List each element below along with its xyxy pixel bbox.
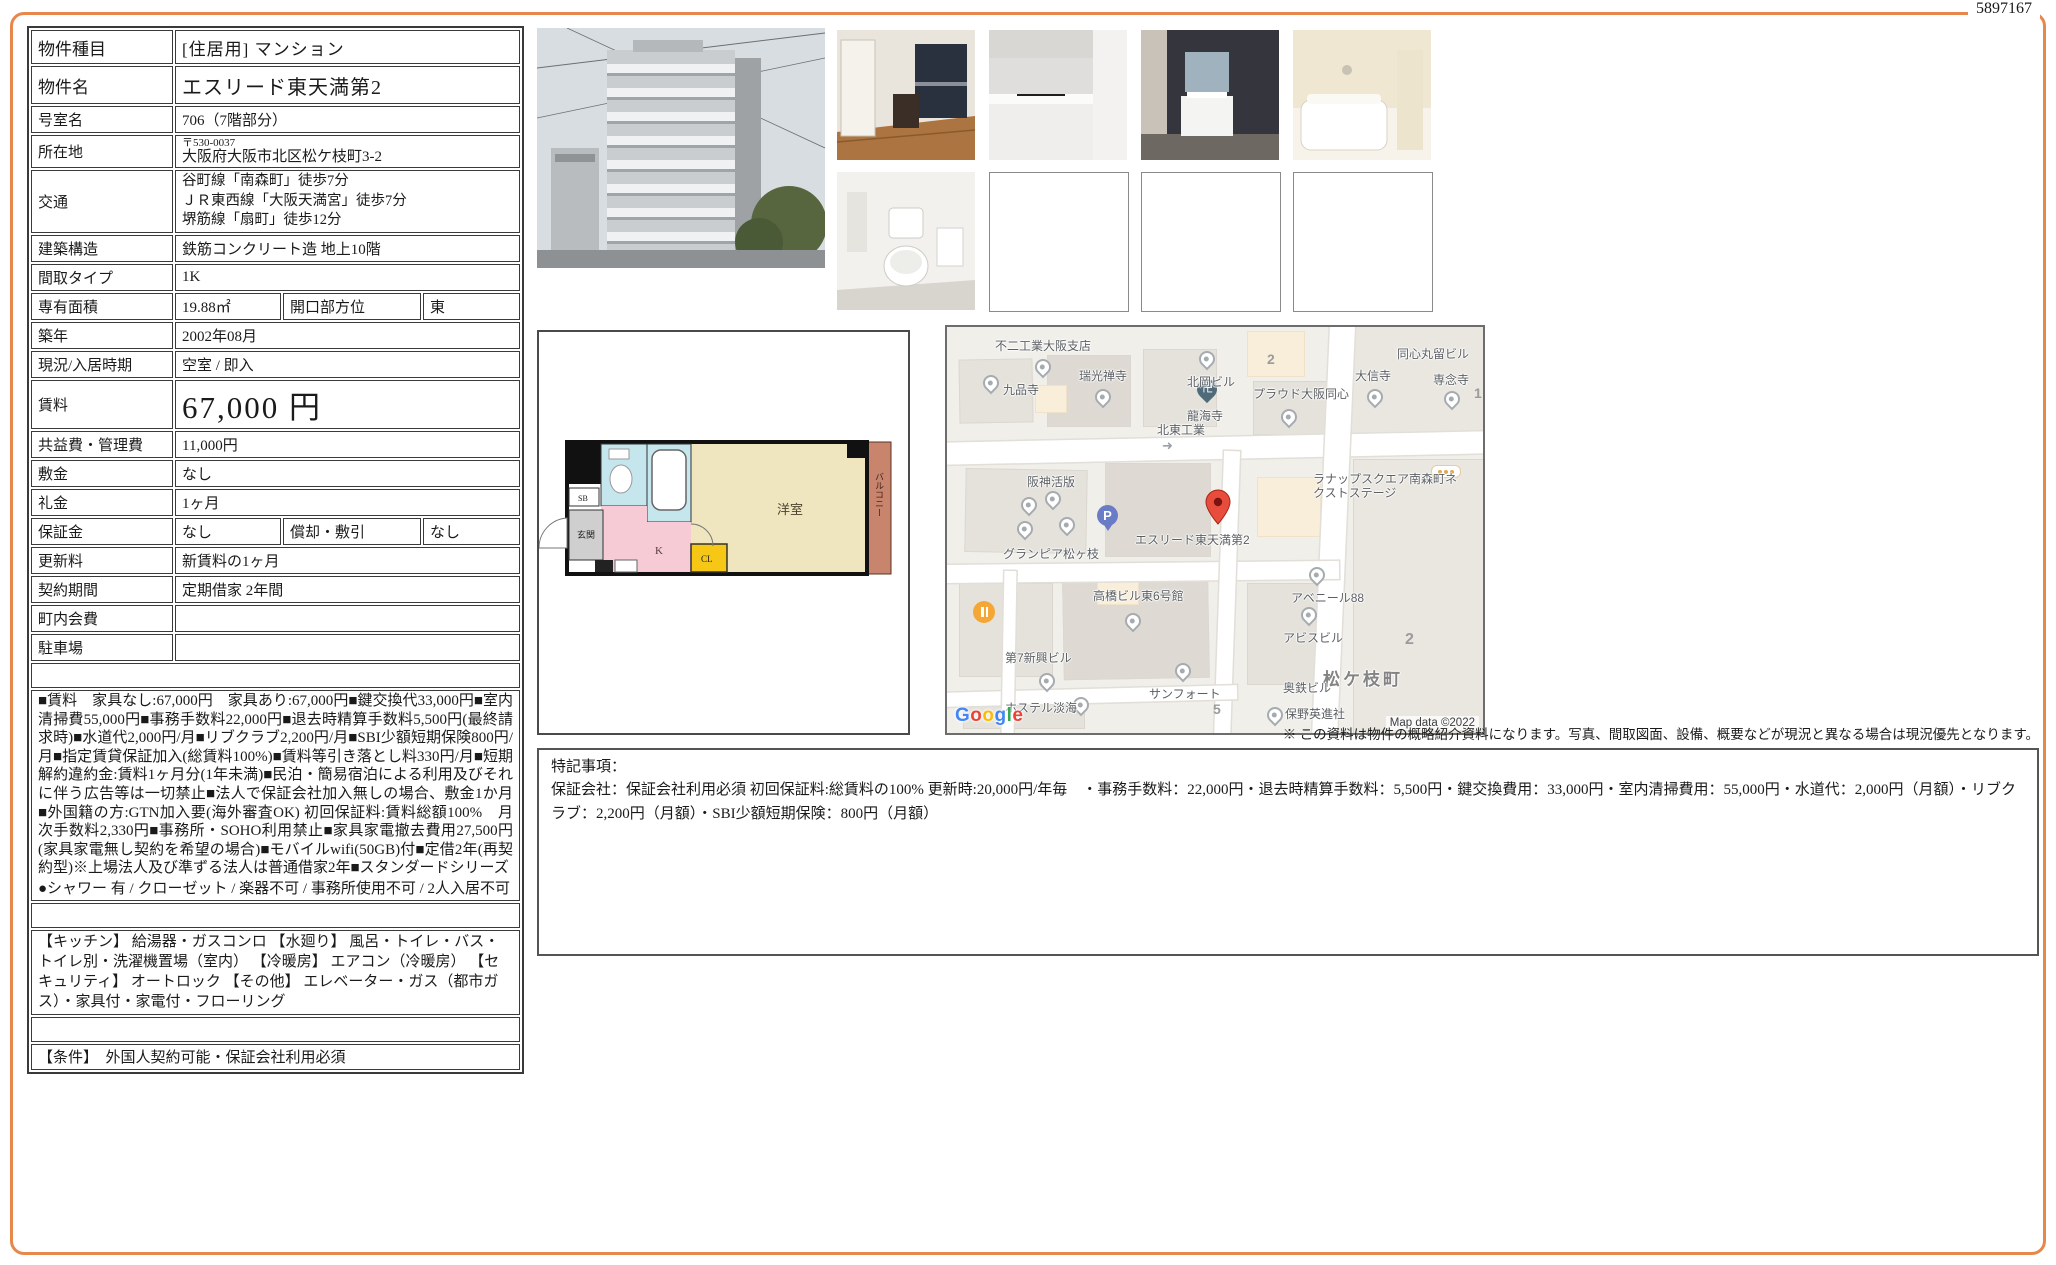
table-row: 礼金1ヶ月	[31, 489, 520, 516]
photo-slot-empty	[1293, 172, 1433, 312]
special-notes-text: 保証会社：保証会社利用必須 初回保証料:総賃料の100% 更新時:20,000円…	[551, 779, 2025, 826]
map-label-district: 松ケ枝町	[1323, 665, 1403, 690]
table-row: 建築構造鉄筋コンクリート造 地上10階	[31, 235, 520, 262]
rent-row: 賃料67,000 円	[31, 380, 520, 429]
photo-interior-room	[837, 30, 975, 160]
remarks-text2: ●シャワー 有 / クローゼット / 楽器不可 / 事務所使用不可 / 2人入居…	[38, 880, 513, 899]
address: 大阪府大阪市北区松ケ枝町3-2	[182, 149, 513, 166]
map-label: 奥鉄ビル	[1283, 679, 1331, 696]
photo-washroom	[1141, 30, 1279, 160]
document-id: 5897167	[1968, 0, 2040, 18]
map-label: 同心丸留ビル	[1397, 345, 1469, 362]
rent-amount: 67,000 円	[175, 380, 520, 429]
table-row: 駐車場	[31, 634, 520, 661]
map-label: 阪神活版	[1027, 473, 1075, 490]
property-flyer-page: { "page": { "doc_id": "5897167" }, "prop…	[0, 0, 2056, 1265]
map-label: 第7新興ビル	[1005, 649, 1072, 666]
special-notes-box: 特記事項： 保証会社：保証会社利用必須 初回保証料:総賃料の100% 更新時:2…	[537, 748, 2039, 956]
map-label: 北岡ビル	[1187, 373, 1235, 390]
disclaimer-note: ※ この資料は物件の概略紹介資料になります。写真、間取図面、設備、概要などが現況…	[537, 723, 2039, 743]
map-road-number: 2	[1405, 631, 1414, 649]
postal-code: 〒530-0037	[182, 137, 513, 149]
map-building	[1257, 477, 1321, 537]
map-building	[1247, 331, 1305, 377]
table-row: 号室名706（7階部分）	[31, 106, 520, 133]
map-label: アベニール88	[1291, 589, 1364, 606]
photo-toilet	[837, 172, 975, 310]
plan-balcony-label: バルコニー	[874, 472, 884, 517]
plan-room-label: 洋室	[777, 502, 803, 517]
conditions-body: 【条件】 外国人契約可能・保証会社利用必須	[31, 1044, 520, 1070]
table-row: 保証金なし償却・敷引なし	[31, 518, 520, 545]
plan-entrance-label: 玄関	[577, 529, 595, 540]
table-row: 所在地 〒530-0037大阪府大阪市北区松ケ枝町3-2	[31, 135, 520, 168]
table-row: 共益費・管理費11,000円	[31, 431, 520, 458]
map-label: 専念寺	[1433, 371, 1469, 388]
map-label: 不二工業大阪支店	[995, 337, 1091, 354]
table-row: 交通 谷町線「南森町」徒歩7分ＪＲ東西線「大阪天満宮」徒歩7分堺筋線「扇町」徒歩…	[31, 170, 520, 233]
map-road-number: 2	[1267, 351, 1275, 367]
map-label: 九品寺	[1003, 381, 1039, 398]
destination-pin-icon[interactable]	[1205, 489, 1231, 530]
photo-kitchen	[989, 30, 1127, 160]
map-label: アビスビル	[1283, 629, 1343, 646]
map-label: 高橋ビル東6号館	[1093, 587, 1184, 604]
table-row: 専有面積19.88㎡開口部方位東	[31, 293, 520, 320]
plan-closet-label: CL	[701, 554, 713, 564]
remarks-header: 備 考	[31, 663, 520, 688]
photo-building-exterior	[537, 28, 825, 268]
map-label: 大信寺	[1355, 367, 1391, 384]
parking-pin-icon[interactable]: P	[1097, 505, 1118, 526]
map-label: グランピア松ヶ枝	[1003, 545, 1099, 562]
map-label: 保野英進社	[1285, 705, 1345, 722]
table-row: 築年2002年08月	[31, 322, 520, 349]
equipment-body: 【キッチン】 給湯器・ガスコンロ 【水廻り】 風呂・トイレ・バス・トイレ別・洗濯…	[31, 930, 520, 1015]
map-label: 瑞光禅寺	[1079, 367, 1127, 384]
map-road-number: 5	[1213, 701, 1221, 717]
photo-slot-empty	[1141, 172, 1281, 312]
oneway-arrow-icon: ➜	[1162, 439, 1173, 454]
table-row: 更新料新賃料の1ヶ月	[31, 547, 520, 574]
table-row: 契約期間定期借家 2年間	[31, 576, 520, 603]
map-label: 北東工業	[1157, 421, 1205, 438]
plan-kitchen-label: K	[655, 545, 663, 557]
table-row: 物件名エスリード東天満第2	[31, 66, 520, 104]
map-label: プラウド大阪同心	[1253, 385, 1349, 402]
remarks-text: ■賃料 家具なし:67,000円 家具あり:67,000円■鍵交換代33,000…	[38, 692, 513, 878]
table-row: 敷金なし	[31, 460, 520, 487]
plan-sb-label: SB	[578, 494, 588, 503]
map-label: ラナップスクエア南森町ネクストステージ	[1313, 473, 1463, 501]
map-building	[1035, 385, 1067, 413]
restaurant-pin-icon[interactable]	[973, 601, 995, 623]
map-road-number: 1	[1474, 385, 1482, 401]
table-row: 間取タイプ1K	[31, 264, 520, 291]
table-row: 町内会費	[31, 605, 520, 632]
map-label: サンフォート	[1149, 685, 1221, 702]
photo-bathroom	[1293, 30, 1431, 160]
floor-plan: バルコニー 洋室 SB K 玄関	[537, 330, 910, 735]
location-map[interactable]: ➜ 卍 P 不二工業大阪支店 同心丸留ビル 専念寺 大信寺 九品寺 瑞光禅寺 北…	[945, 325, 1485, 735]
map-label: エスリード東天満第2	[1135, 531, 1250, 548]
remarks-body: ■賃料 家具なし:67,000円 家具あり:67,000円■鍵交換代33,000…	[31, 690, 520, 901]
table-row: 物件種目[住居用] マンション	[31, 30, 520, 64]
table-row: 現況/入居時期空室 / 即入	[31, 351, 520, 378]
conditions-header: 条 件	[31, 1017, 520, 1042]
property-details-table: 物件種目[住居用] マンション 物件名エスリード東天満第2 号室名706（7階部…	[27, 26, 524, 1074]
photo-slot-empty	[989, 172, 1129, 312]
equipment-header: 設 備	[31, 903, 520, 928]
special-notes-title: 特記事項：	[551, 756, 2025, 779]
